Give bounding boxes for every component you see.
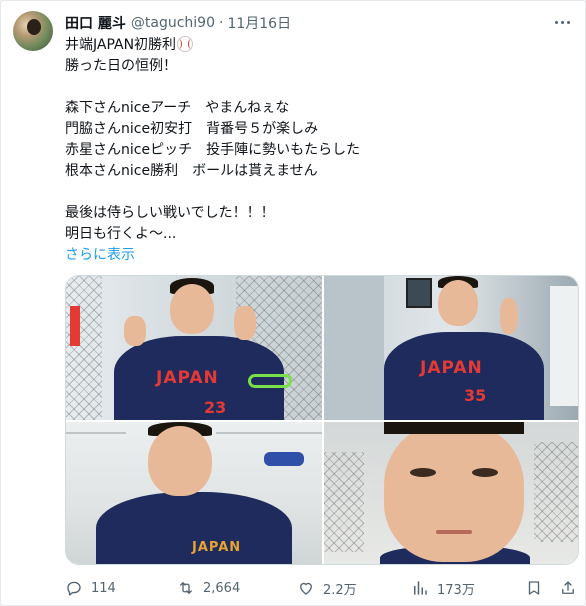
reply-icon [67,581,81,596]
tweet-line: 門脇さんnice初安打 背番号５が楽しみ [65,121,319,137]
photo-3[interactable]: JAPAN [66,422,322,564]
tweet-line-text: 井端JAPAN初勝利 [65,37,177,53]
retweet-count: 2,664 [203,580,241,596]
fence [324,452,364,552]
face [384,422,524,562]
tweet-line: 井端JAPAN初勝利 [65,35,565,56]
views-button[interactable]: 173万 [411,577,475,599]
like-icon [300,582,312,595]
face [148,426,212,496]
thumb-right [234,306,256,340]
retweet-button[interactable]: 2,664 [177,577,240,599]
photo-1[interactable]: JAPAN 23 [66,276,322,420]
tweet-actions: 114 2,664 2.2万 173万 [65,577,579,599]
avatar[interactable] [13,11,53,51]
tweet-header: 田口 麗斗 @taguchi90 · 11月16日 [65,13,291,33]
tweet-line: 最後は侍らしい戦いでした！！！ [65,205,275,221]
eye-right [472,468,498,477]
jersey-text: JAPAN [420,358,483,378]
show-more-link[interactable]: さらに表示 [65,245,565,266]
tweet-line: 赤星さんniceピッチ 投手陣に勢いもたらした [65,142,361,158]
wall [324,276,384,420]
baseball-icon [177,36,194,52]
views-count: 173万 [437,582,475,598]
peace-hand [500,298,518,334]
tweet-line: 森下さんniceアーチ やまんねぇな [65,100,290,116]
views-icon [414,581,427,595]
jersey-number: 35 [464,386,487,405]
jersey-text: JAPAN [156,368,219,388]
shoes [264,452,304,466]
wristband [248,374,292,388]
eye-left [410,468,436,477]
tweet-line [65,77,565,98]
like-count: 2.2万 [323,582,357,598]
bookmark-icon [528,581,540,595]
separator-dot: · [218,15,224,31]
fence [534,442,578,542]
media-grid: JAPAN 23 JAPAN 35 JAPAN [65,275,579,565]
more-icon[interactable] [551,11,573,33]
photo-2[interactable]: JAPAN 35 [324,276,578,420]
locker [550,286,578,406]
retweet-icon [180,582,192,594]
tweet-line [65,182,565,203]
like-button[interactable]: 2.2万 [297,577,357,599]
jersey-number: 23 [204,398,227,417]
author-name[interactable]: 田口 麗斗 [65,13,126,33]
hair [384,422,524,434]
face [170,284,214,334]
author-handle[interactable]: @taguchi90 [131,15,215,31]
tweet-line: 勝った日の恒例！ [65,58,177,74]
tweet-text: 井端JAPAN初勝利 勝った日の恒例！ 森下さんniceアーチ やまんねぇな 門… [65,35,565,266]
tweet-card: 田口 麗斗 @taguchi90 · 11月16日 井端JAPAN初勝利 勝った… [0,0,586,606]
monitor [406,278,432,308]
fence [66,276,102,420]
share-icon [562,581,574,594]
shelf [66,432,126,434]
tweet-date[interactable]: 11月16日 [227,13,291,33]
thumb-left [124,316,146,346]
photo-4[interactable] [324,422,578,564]
face [438,280,478,326]
reply-count: 114 [91,580,116,596]
reply-button[interactable]: 114 [65,577,116,599]
share-button[interactable] [559,577,577,599]
shelf [216,432,322,434]
tweet-line: 明日も行くよ～... [65,226,177,242]
tweet-line: 根本さんnice勝利 ボールは貰えません [65,163,318,179]
bookmark-button[interactable] [525,577,543,599]
jersey-text: JAPAN [192,540,242,555]
mouth [436,530,472,534]
red-sign [70,306,80,346]
